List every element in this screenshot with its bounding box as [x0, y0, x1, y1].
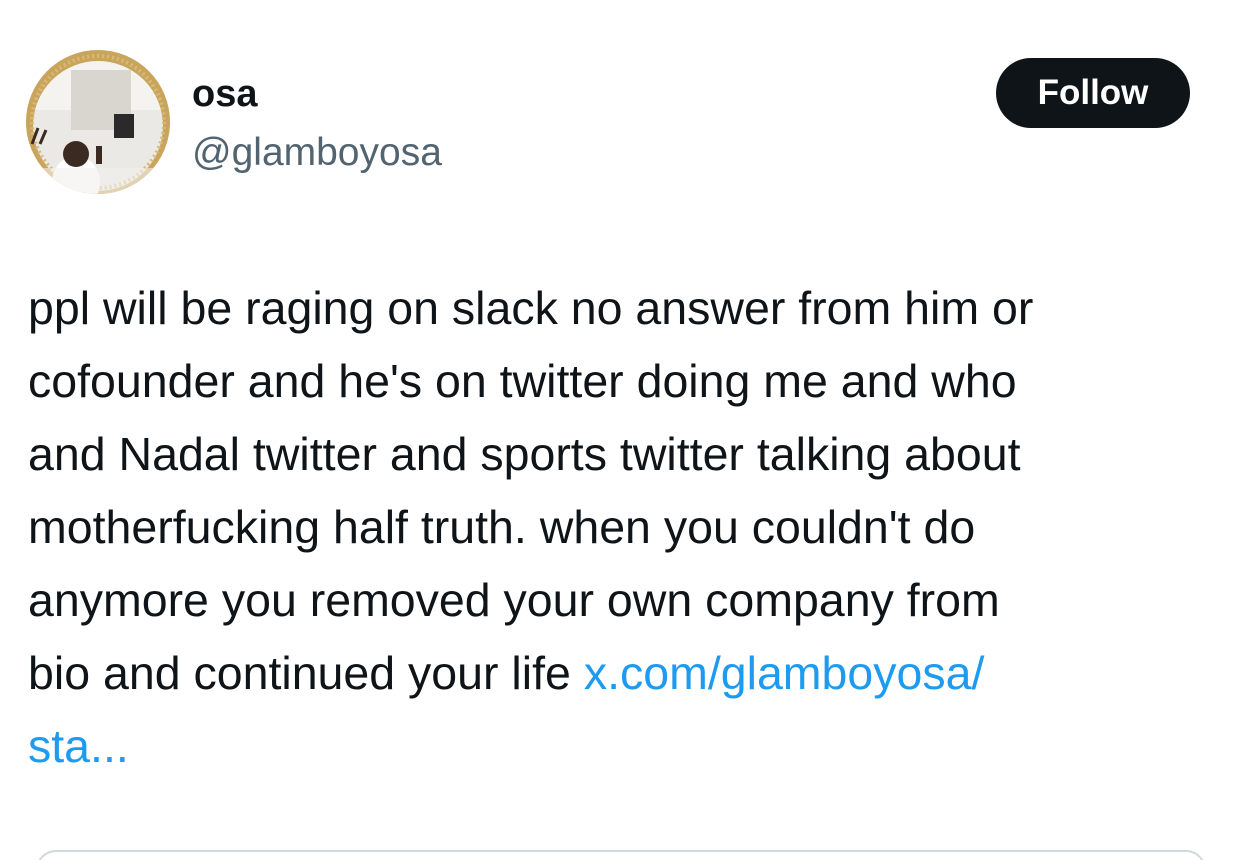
- tweet-text-line: motherfucking half truth. when you could…: [28, 501, 976, 553]
- avatar-photo-icon: [26, 50, 170, 194]
- tweet-text-line: ppl will be raging on slack no answer fr…: [28, 282, 1034, 334]
- tweet-text-line: bio and continued your life: [28, 647, 584, 699]
- tweet-text-line: and Nadal twitter and sports twitter tal…: [28, 428, 1021, 480]
- tweet-link-url[interactable]: x.com/glamboyosa/: [584, 647, 985, 699]
- tweet-link-url-continued[interactable]: sta...: [28, 720, 129, 772]
- author-handle[interactable]: @glamboyosa: [192, 130, 442, 176]
- quoted-card-border[interactable]: [36, 850, 1206, 860]
- profile-avatar[interactable]: [26, 50, 170, 194]
- tweet-card: osa @glamboyosa Follow ppl will be ragin…: [0, 0, 1242, 860]
- author-display-name[interactable]: osa: [192, 72, 257, 116]
- tweet-text: ppl will be raging on slack no answer fr…: [28, 272, 1228, 783]
- follow-button[interactable]: Follow: [996, 58, 1190, 128]
- tweet-text-line: cofounder and he's on twitter doing me a…: [28, 355, 1017, 407]
- tweet-text-line: anymore you removed your own company fro…: [28, 574, 1000, 626]
